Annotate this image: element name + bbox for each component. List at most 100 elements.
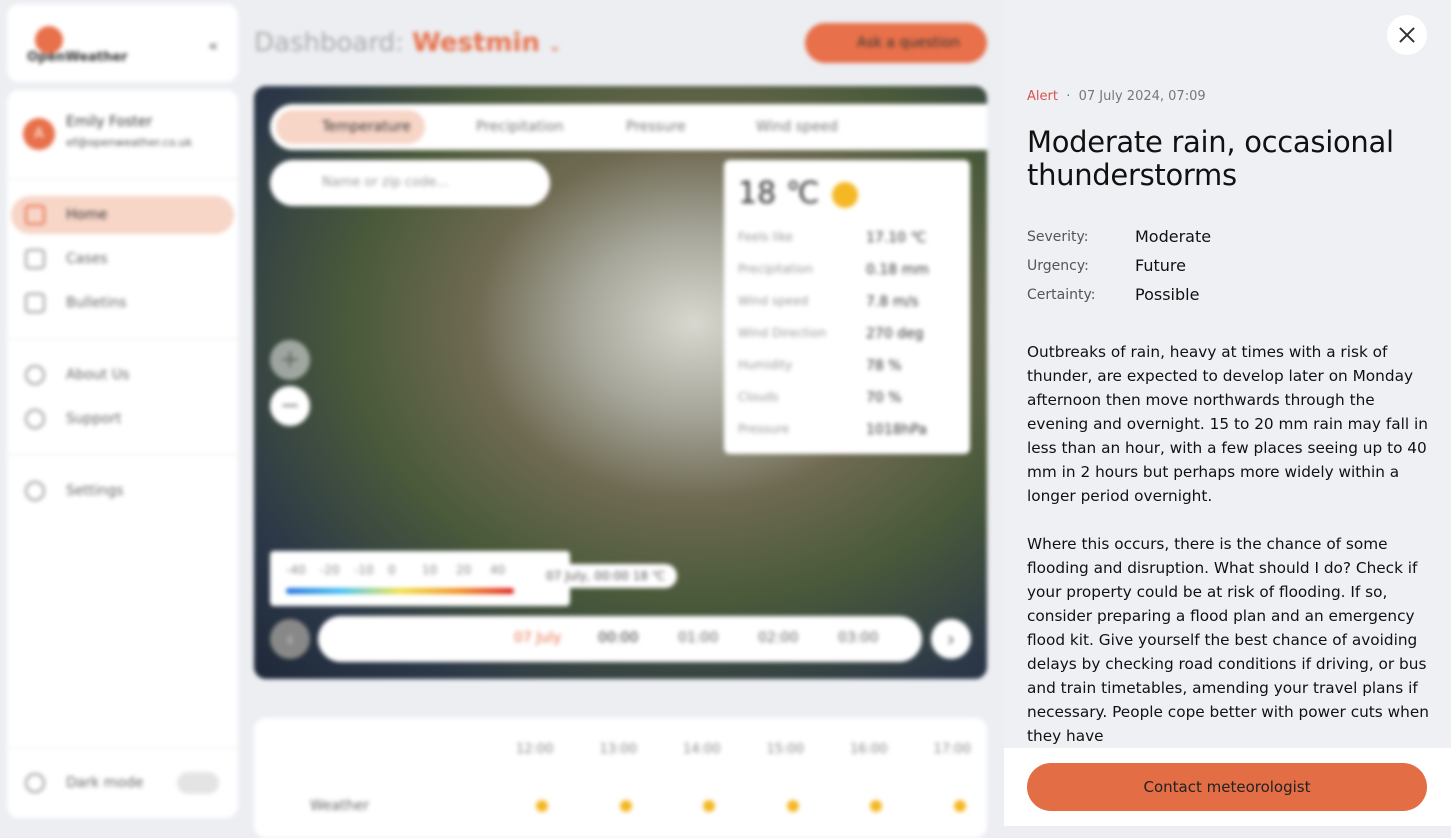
color-scale — [286, 588, 514, 594]
sidebar: A Emily Foster ef@openweather.co.uk Home… — [7, 90, 238, 818]
sidebar-item-about[interactable]: About Us — [11, 356, 234, 394]
info-row: Clouds 70 % — [738, 390, 902, 406]
chevron-down-icon[interactable]: ⌄ — [548, 36, 561, 55]
title-prefix: Dashboard: — [254, 28, 404, 58]
dark-mode-toggle[interactable] — [177, 772, 219, 794]
zoom-out-button[interactable]: − — [270, 386, 310, 426]
sidebar-item-support[interactable]: Support — [11, 400, 234, 438]
tab-wind-speed[interactable]: Wind speed — [710, 110, 852, 144]
legend-tick: -20 — [320, 563, 340, 577]
sun-icon — [703, 800, 715, 812]
severity-field: Severity: Moderate — [1027, 227, 1212, 246]
timeline[interactable]: 07 July 00:00 01:00 02:00 03:00 — [318, 616, 922, 662]
sun-icon — [832, 182, 858, 208]
label: Home — [66, 207, 108, 223]
hour-header: 17:00 — [933, 742, 971, 757]
chat-icon — [25, 249, 45, 269]
panel-footer: Contact meteorologist — [1004, 748, 1451, 826]
info-row: Wind speed 7.8 m/s — [738, 294, 919, 310]
user-name: Emily Foster — [66, 114, 153, 130]
sun-icon — [619, 800, 632, 812]
weather-map[interactable]: Temperature Precipitation Pressure Wind … — [254, 86, 987, 679]
gear-icon — [25, 481, 45, 501]
location-select[interactable]: Westmin — [412, 28, 540, 58]
sun-icon — [870, 800, 882, 812]
timeline-item[interactable]: 07 July — [514, 630, 561, 646]
hour-header: 16:00 — [850, 742, 888, 757]
time-chip: 07 July, 00:00 18 ℃ — [534, 564, 678, 588]
paragraph: Where this occurs, there is the chance o… — [1027, 535, 1429, 745]
prev-button[interactable]: ‹ — [270, 619, 310, 659]
location-search-input[interactable]: Name or zip code... — [270, 160, 550, 206]
alert-date: 07 July 2024, 07:09 — [1078, 89, 1206, 104]
sun-icon — [536, 800, 548, 812]
legend-tick: 40 — [490, 563, 506, 577]
sidebar-item-settings[interactable]: Settings — [11, 472, 234, 510]
contact-meteorologist-button[interactable]: Contact meteorologist — [1027, 763, 1427, 811]
divider — [7, 178, 238, 179]
alert-panel: Alert · 07 July 2024, 07:09 Moderate rai… — [1004, 0, 1451, 826]
timeline-item[interactable]: 00:00 — [598, 630, 638, 646]
layer-tabs: Temperature Precipitation Pressure Wind … — [270, 104, 987, 150]
divider — [7, 748, 238, 749]
label: Settings — [66, 483, 124, 499]
temperature-legend: -40 -20 -10 0 10 20 40 — [270, 551, 570, 606]
info-row: Humidity 78 % — [738, 358, 902, 374]
legend-tick: -10 — [354, 563, 374, 577]
alert-title: Moderate rain, occasional thunderstorms — [1027, 125, 1394, 192]
label: Dark mode — [66, 775, 144, 791]
page-title: Dashboard: Westmin ⌄ — [254, 28, 562, 58]
ask-question-button[interactable]: Ask a question — [805, 23, 987, 63]
temperature-value: 18 ℃ — [738, 176, 820, 211]
logo-text: OpenWeather — [27, 50, 128, 65]
sun-icon — [25, 773, 45, 793]
hour-header: 15:00 — [766, 742, 804, 757]
label: Ask a question — [857, 35, 960, 51]
label: Cases — [66, 251, 108, 267]
label: Support — [66, 411, 122, 427]
certainty-field: Certainty: Possible — [1027, 285, 1200, 304]
collapse-sidebar-icon[interactable]: « — [208, 36, 218, 55]
label: Bulletins — [66, 295, 127, 311]
dark-mode-row: Dark mode — [11, 764, 234, 802]
divider — [7, 454, 238, 455]
alert-description[interactable]: Outbreaks of rain, heavy at times with a… — [1027, 340, 1435, 748]
logo: OpenWeather « — [7, 4, 238, 82]
timeline-item[interactable]: 01:00 — [678, 630, 718, 646]
sidebar-item-bulletins[interactable]: Bulletins — [11, 284, 234, 322]
sidebar-item-cases[interactable]: Cases — [11, 240, 234, 278]
sun-icon — [953, 800, 966, 812]
urgency-field: Urgency: Future — [1027, 256, 1186, 275]
sun-icon — [786, 800, 799, 812]
legend-tick: 20 — [456, 563, 472, 577]
close-button[interactable] — [1387, 15, 1427, 55]
info-row: Pressure 1018hPa — [738, 422, 927, 438]
lifebuoy-icon — [25, 409, 45, 429]
tab-temperature[interactable]: Temperature — [276, 110, 425, 144]
timeline-item[interactable]: 03:00 — [838, 630, 878, 646]
hour-header: 13:00 — [599, 742, 637, 757]
info-row: Precipitation 0.18 mm — [738, 262, 929, 278]
tab-pressure[interactable]: Pressure — [580, 110, 700, 144]
hour-header: 12:00 — [516, 742, 554, 757]
forecast-table: 12:00 13:00 14:00 15:00 16:00 17:00 Weather — [254, 718, 987, 838]
zoom-in-button[interactable]: + — [270, 340, 310, 380]
document-icon — [25, 293, 45, 313]
divider — [7, 338, 238, 339]
sidebar-item-home[interactable]: Home — [11, 196, 234, 234]
legend-tick: -40 — [286, 563, 306, 577]
avatar: A — [23, 118, 55, 150]
user-email: ef@openweather.co.uk — [66, 136, 193, 149]
home-icon — [25, 205, 45, 225]
next-button[interactable]: › — [931, 619, 971, 659]
info-icon — [25, 365, 45, 385]
alert-type: Alert — [1027, 89, 1058, 104]
legend-tick: 0 — [388, 563, 396, 577]
label: About Us — [66, 367, 130, 383]
row-label: Weather — [310, 798, 369, 814]
info-row: Wind Direction 270 deg — [738, 326, 924, 342]
alert-meta: Alert · 07 July 2024, 07:09 — [1027, 89, 1206, 104]
tab-precipitation[interactable]: Precipitation — [430, 110, 578, 144]
paragraph: Outbreaks of rain, heavy at times with a… — [1027, 343, 1428, 505]
timeline-item[interactable]: 02:00 — [758, 630, 798, 646]
